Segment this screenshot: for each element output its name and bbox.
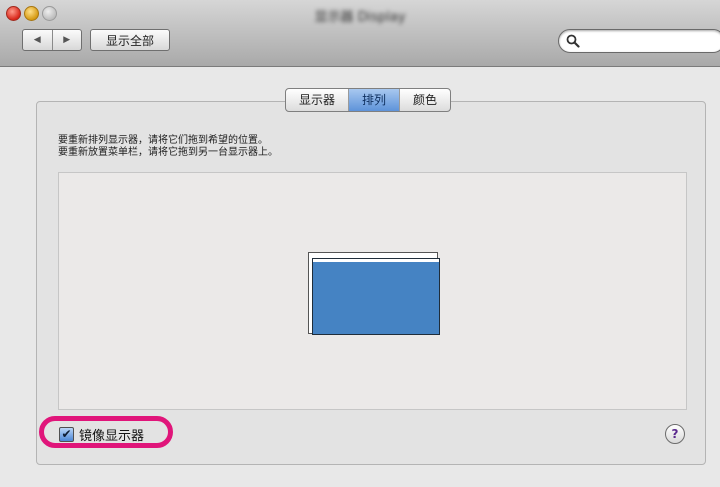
forward-button[interactable]: ▶ bbox=[51, 30, 82, 50]
instruction-line-rearrange: 要重新排列显示器，请将它们拖到希望的位置。 bbox=[58, 135, 268, 146]
question-mark-icon: ? bbox=[671, 427, 679, 441]
search-input[interactable] bbox=[583, 32, 703, 48]
show-all-button[interactable]: 显示全部 bbox=[90, 29, 170, 51]
tab-display[interactable]: 显示器 bbox=[286, 89, 348, 111]
instructions-text: 要重新排列显示器，请将它们拖到希望的位置。 要重新放置菜单栏，请将它拖到另一台显… bbox=[58, 135, 618, 159]
system-preferences-window: 显示器 Display ◀ ▶ 显示全部 显示器 排列 颜色 要重新排列显示器，… bbox=[0, 0, 720, 487]
help-button[interactable]: ? bbox=[665, 424, 685, 444]
back-arrow-icon: ◀ bbox=[33, 35, 41, 45]
magnifier-icon bbox=[566, 34, 580, 48]
display-thumbnail[interactable] bbox=[312, 258, 440, 335]
tab-bar: 显示器 排列 颜色 bbox=[285, 88, 452, 112]
back-forward-control: ◀ ▶ bbox=[22, 29, 82, 51]
search-field[interactable] bbox=[558, 29, 720, 53]
back-button[interactable]: ◀ bbox=[23, 30, 52, 50]
checkmark-icon: ✔ bbox=[61, 426, 72, 441]
menu-bar-indicator[interactable] bbox=[313, 259, 439, 262]
mirror-displays-option[interactable]: ✔ 镜像显示器 bbox=[59, 424, 144, 444]
mirror-displays-checkbox[interactable]: ✔ bbox=[59, 426, 74, 442]
tab-arrangement[interactable]: 排列 bbox=[348, 89, 400, 111]
forward-arrow-icon: ▶ bbox=[63, 35, 71, 45]
tab-color[interactable]: 颜色 bbox=[399, 89, 450, 111]
mirror-displays-label[interactable]: 镜像显示器 bbox=[79, 425, 144, 444]
window-title: 显示器 Display bbox=[314, 10, 406, 25]
instruction-line-menubar: 要重新放置菜单栏，请将它拖到另一台显示器上。 bbox=[58, 147, 278, 158]
title-toolbar: 显示器 Display ◀ ▶ 显示全部 bbox=[0, 0, 720, 67]
